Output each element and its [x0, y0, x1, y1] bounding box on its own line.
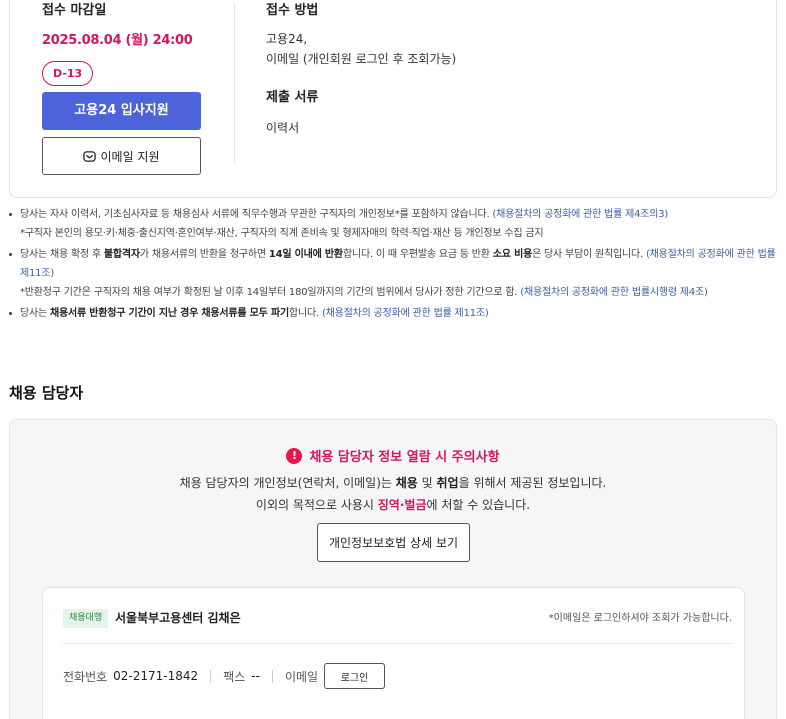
mail-icon [83, 150, 97, 162]
warning-emphasis: 취업 [436, 476, 459, 490]
manager-divider [63, 643, 732, 644]
notice-emphasis: 불합격자 [103, 249, 140, 260]
notice-text: 합니다. 이 때 우편발송 요금 등 반환 [342, 249, 493, 260]
column-divider [234, 3, 235, 163]
warning-text: 을 위해서 제공된 정보입니다. [458, 476, 607, 490]
notice-subtext: *반환청구 기간은 구직자의 채용 여부가 확정된 날 이후 14일부터 180… [20, 283, 779, 302]
law-reference: (채용절차의 공정화에 관한 법률 제4조의3) [492, 209, 669, 220]
phone-value: 02-2171-1842 [113, 669, 199, 683]
warning-line: 이외의 목적으로 사용시 징역·벌금에 처할 수 있습니다. [10, 496, 776, 513]
docs-value: 이력서 [266, 121, 300, 135]
email-apply-button[interactable]: 이메일 지원 [42, 137, 201, 175]
method-label: 접수 방법 [266, 3, 319, 18]
notice-list: 당사는 자사 이력서, 기초심사자료 등 채용심사 서류에 직무수행과 무관한 … [9, 205, 779, 323]
fax-label: 팩스 [223, 669, 246, 684]
warning-text: 에 처할 수 있습니다. [426, 498, 531, 512]
login-note: *이메일은 로그인하셔야 조회가 가능합니다. [548, 613, 732, 624]
warning-text: 이외의 목적으로 사용시 [255, 498, 378, 512]
method-lines: 고용24, 이메일 (개인회원 로그인 후 조회가능) [266, 29, 456, 69]
separator [271, 669, 273, 683]
warning-title-text: 채용 담당자 정보 열람 시 주의사항 [309, 450, 500, 465]
login-button[interactable]: 로그인 [324, 663, 386, 689]
notice-item: 당사는 채용 확정 후 불합격자가 채용서류의 반환을 청구하면 14일 이내에… [9, 245, 779, 302]
separator [210, 669, 212, 683]
contact-card: ! 채용 담당자 정보 열람 시 주의사항 채용 담당자의 개인정보(연락처, … [9, 419, 777, 719]
notice-text: 합니다. [288, 308, 322, 319]
notice-text: 은 당사 부담이 원칙입니다. [532, 249, 646, 260]
deadline-column: 접수 마감일 2025.08.04 (월) 24:00 D-13 고용24 입사… [42, 1, 212, 175]
notice-subtext: *구직자 본인의 용모·키·체중·출신지역·혼인여부·재산, 구직자의 직계 존… [20, 228, 544, 239]
warning-title: ! 채용 담당자 정보 열람 시 주의사항 [10, 446, 776, 465]
notice-text: 당사는 채용 확정 후 [20, 249, 104, 260]
manager-name: 서울북부고용센터 김채은 [115, 611, 241, 625]
notice-text: 당사는 [20, 308, 50, 319]
notice-item: 당사는 자사 이력서, 기초심사자료 등 채용심사 서류에 직무수행과 무관한 … [9, 205, 779, 243]
agency-tag: 채용대행 [63, 609, 109, 628]
notice-emphasis: 소요 비용 [492, 249, 533, 260]
deadline-label: 접수 마감일 [42, 3, 107, 18]
privacy-law-button[interactable]: 개인정보보호법 상세 보기 [317, 523, 470, 562]
docs-label: 제출 서류 [266, 90, 319, 105]
section-title: 채용 담당자 [9, 384, 84, 402]
warning-penalty: 징역·벌금 [377, 498, 427, 512]
apply-work24-button[interactable]: 고용24 입사지원 [42, 92, 201, 130]
dday-badge: D-13 [42, 61, 94, 86]
notice-text: 가 채용서류의 반환을 청구하면 [139, 249, 269, 260]
warning-text: 채용 담당자의 개인정보(연락처, 이메일)는 [179, 476, 396, 490]
phone-label: 전화번호 [63, 669, 108, 684]
method-line: 이메일 (개인회원 로그인 후 조회가능) [266, 52, 457, 66]
notice-subtext-body: *반환청구 기간은 구직자의 채용 여부가 확정된 날 이후 14일부터 180… [20, 287, 521, 298]
email-apply-label: 이메일 지원 [100, 149, 160, 164]
warning-emphasis: 채용 [395, 476, 418, 490]
notice-text: 당사는 자사 이력서, 기초심사자료 등 채용심사 서류에 직무수행과 무관한 … [20, 209, 493, 220]
method-line: 고용24, [266, 32, 308, 46]
alert-icon: ! [286, 447, 303, 464]
warning-text: 및 [417, 476, 437, 490]
method-column: 접수 방법 고용24, 이메일 (개인회원 로그인 후 조회가능) 제출 서류 … [266, 1, 456, 138]
email-label: 이메일 [284, 669, 319, 684]
notice-item: 당사는 채용서류 반환청구 기간이 지난 경우 채용서류를 모두 파기합니다. … [9, 304, 779, 323]
fax-value: -- [251, 669, 260, 683]
warning-line: 채용 담당자의 개인정보(연락처, 이메일)는 채용 및 취업을 위해서 제공된… [10, 474, 776, 491]
notice-emphasis: 14일 이내에 반환 [268, 249, 343, 260]
manager-box: 채용대행 서울북부고용센터 김채은 *이메일은 로그인하셔야 조회가 가능합니다… [42, 587, 745, 719]
apply-card: 접수 마감일 2025.08.04 (월) 24:00 D-13 고용24 입사… [9, 0, 777, 198]
notice-emphasis: 채용서류 반환청구 기간이 지난 경우 채용서류를 모두 파기 [49, 308, 289, 319]
law-reference: (채용절차의 공정화에 관한 법률 제11조) [321, 308, 489, 319]
deadline-value: 2025.08.04 (월) 24:00 [42, 33, 193, 48]
contact-row: 전화번호 02-2171-1842 팩스 -- 이메일 로그인 [63, 663, 386, 689]
law-reference: (채용절차의 공정화에 관한 법률시행령 제4조) [520, 287, 708, 298]
